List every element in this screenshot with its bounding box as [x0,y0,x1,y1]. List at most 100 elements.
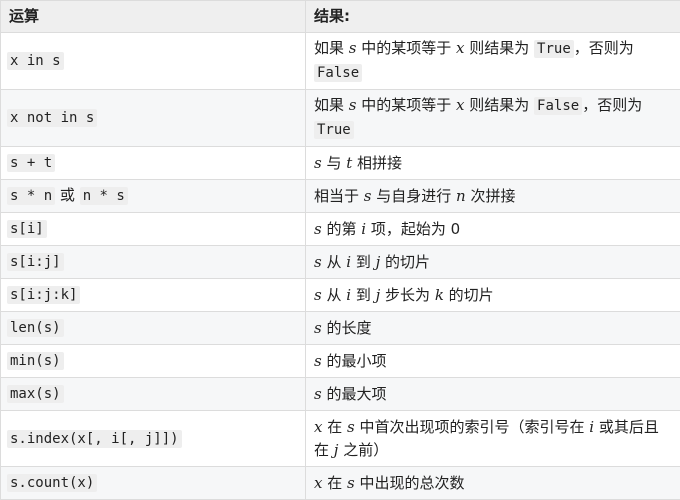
operation-cell: min(s) [0,344,306,378]
operation-cell: s * n 或 n * s [0,179,306,213]
operation-code: min(s) [7,352,64,370]
desc-text: 中首次出现项的索引号（索引号在 [354,417,590,436]
operation-code: s + t [7,154,56,172]
desc-text: 如果 [314,96,349,114]
operation-cell: s.index(x[, i[, j]]) [0,410,306,467]
operation-cell: max(s) [0,377,306,411]
desc-text: 与 [321,153,347,172]
operation-code: s.index(x[, i[, j]]) [7,429,182,448]
operation-cell: s + t [0,146,306,180]
desc-var: s [347,417,355,436]
desc-var: n [456,186,466,205]
operation-code: s[i:j:k] [7,286,81,304]
desc-code: False [534,97,583,115]
result-cell: x 在 s 中出现的总次数 [305,466,680,500]
desc-text: 在 [322,417,348,436]
table-row: len(s) s 的长度 [0,311,680,345]
result-cell: s 从 i 到 j 的切片 [305,245,680,279]
desc-text: 中出现的总次数 [354,473,465,492]
table-header-row: 运算 结果: [0,0,680,33]
operation-code: x not in s [7,109,98,127]
result-cell: x 在 s 中首次出现项的索引号（索引号在 i 或其后且在 j 之前） [305,410,680,467]
operation-cell: len(s) [0,311,306,345]
table-row: s.index(x[, i[, j]]) x 在 s 中首次出现项的索引号（索引… [0,410,680,467]
operation-code: s[i] [7,220,47,238]
operation-code: n * s [79,187,128,205]
desc-code: True [534,40,574,58]
desc-var: s [314,252,322,271]
operation-cell: s[i:j:k] [0,278,306,312]
table-row: max(s) s 的最大项 [0,377,680,411]
desc-text: 之前） [338,440,389,459]
operation-code: len(s) [7,319,64,337]
operation-cell: s[i:j] [0,245,306,279]
result-cell: s 从 i 到 j 步长为 k 的切片 [305,278,680,312]
desc-text: 的切片 [380,252,431,271]
desc-text: 的长度 [321,318,372,337]
operation-cell: s[i] [0,212,306,246]
desc-text: 步长为 [380,285,435,304]
desc-var: s [314,285,322,304]
desc-text: 与自身进行 [371,186,457,205]
desc-text: 相拼接 [352,153,403,172]
header-result: 结果: [305,0,680,33]
result-cell: 如果 s 中的某项等于 x 则结果为 True ，否则为 False [305,32,680,90]
desc-var: s [314,153,322,172]
desc-text: 的最大项 [321,384,387,403]
operation-cell: x in s [0,32,306,90]
result-cell: s 的最小项 [305,344,680,378]
result-cell: 如果 s 中的某项等于 x 则结果为 False ，否则为 True [305,89,680,147]
header-operation: 运算 [0,0,306,33]
desc-var: x [456,96,465,114]
result-cell: s 的长度 [305,311,680,345]
desc-text: 的最小项 [321,351,387,370]
result-cell: s 的第 i 项，起始为 0 [305,212,680,246]
desc-text: 则结果为 [464,96,535,114]
desc-text: 如果 [314,39,349,57]
desc-text: 的第 [321,219,362,238]
desc-code: False [314,64,363,82]
desc-var: s [314,384,322,403]
operation-code: s * n [7,187,56,205]
desc-text: 次拼接 [465,186,516,205]
sequence-operations-table: 运算 结果: x in s 如果 s 中的某项等于 x 则结果为 True ，否则… [0,0,680,500]
desc-var: x [456,39,465,57]
desc-text: ，否则为 [582,96,643,114]
desc-var: s [314,219,322,238]
operation-code: max(s) [7,385,64,403]
desc-var: k [434,285,444,304]
table-row: s * n 或 n * s 相当于 s 与自身进行 n 次拼接 [0,179,680,213]
desc-text: 到 [351,285,376,304]
table-row: x in s 如果 s 中的某项等于 x 则结果为 True ，否则为 False [0,32,680,90]
desc-text: 在 [322,473,348,492]
desc-text: 项，起始为 0 [366,219,461,238]
desc-text: 中的某项等于 [356,96,457,114]
operation-or: 或 [55,186,80,204]
operation-code: x in s [7,52,64,70]
desc-text: 从 [321,285,347,304]
operation-code: s.count(x) [7,474,98,492]
desc-text: 则结果为 [464,39,535,57]
table-row: s.count(x) x 在 s 中出现的总次数 [0,466,680,500]
operation-cell: s.count(x) [0,466,306,500]
desc-code: True [314,121,354,139]
desc-var: s [314,351,322,370]
table-row: s + t s 与 t 相拼接 [0,146,680,180]
result-cell: 相当于 s 与自身进行 n 次拼接 [305,179,680,213]
desc-text: 相当于 [314,186,364,205]
desc-var: s [314,318,322,337]
table-row: x not in s 如果 s 中的某项等于 x 则结果为 False ，否则为 … [0,89,680,147]
desc-text: 中的某项等于 [356,39,457,57]
table-row: min(s) s 的最小项 [0,344,680,378]
result-cell: s 与 t 相拼接 [305,146,680,180]
table-row: s[i:j] s 从 i 到 j 的切片 [0,245,680,279]
result-cell: s 的最大项 [305,377,680,411]
table-row: s[i:j:k] s 从 i 到 j 步长为 k 的切片 [0,278,680,312]
operation-code: s[i:j] [7,253,64,271]
desc-text: 的切片 [443,285,494,304]
desc-text: 到 [351,252,376,271]
operation-cell: x not in s [0,89,306,147]
desc-var: s [347,473,355,492]
table-row: s[i] s 的第 i 项，起始为 0 [0,212,680,246]
desc-text: 从 [321,252,347,271]
